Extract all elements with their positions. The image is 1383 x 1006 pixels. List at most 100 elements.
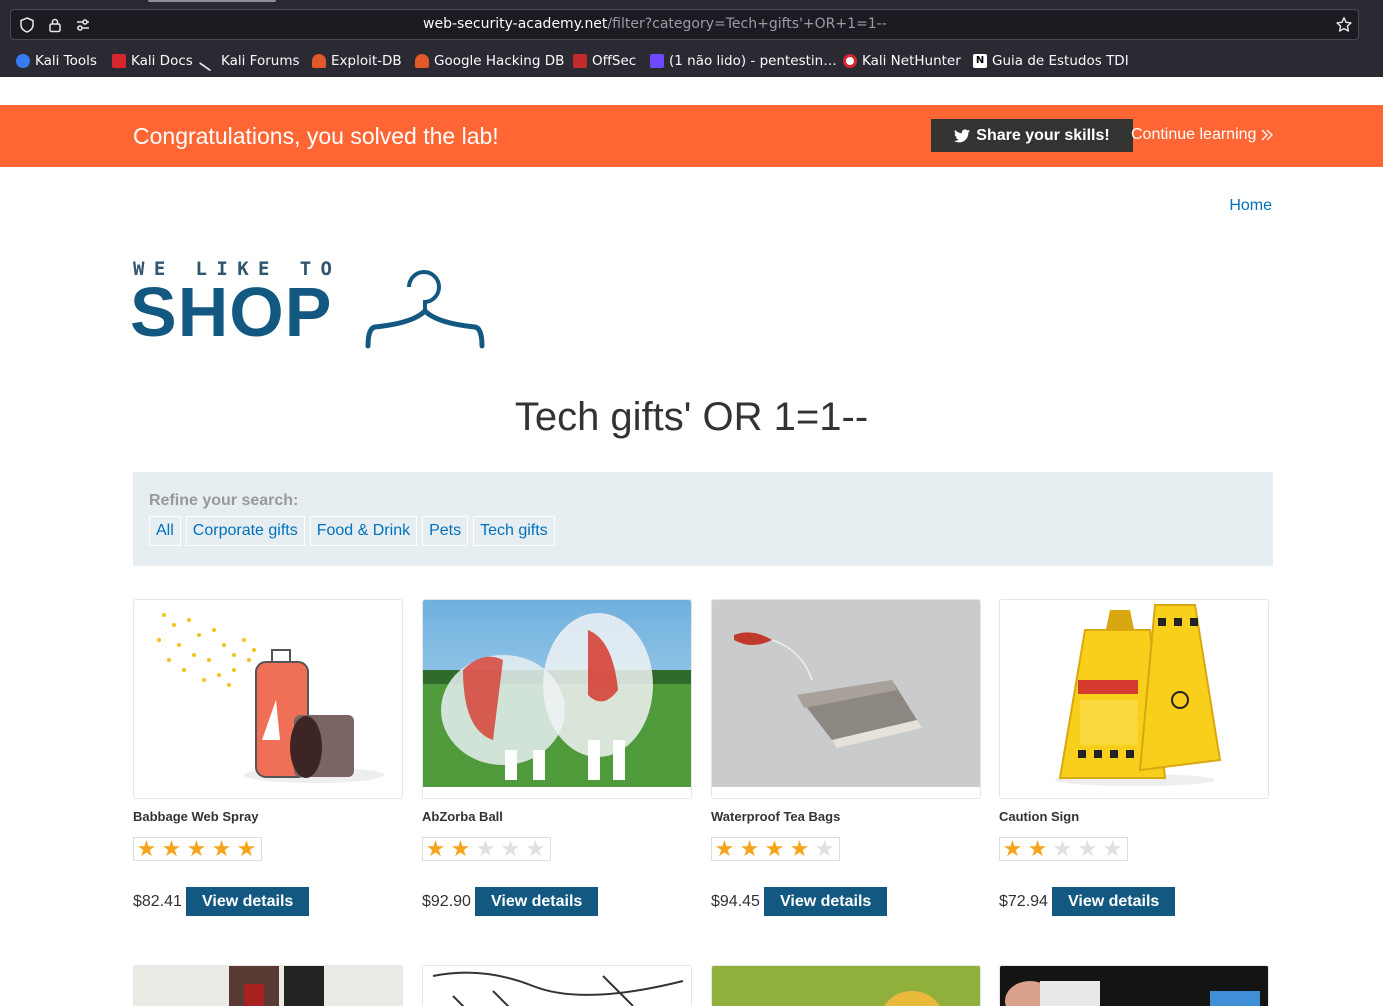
product-price: $82.41 xyxy=(133,893,182,910)
view-details-button[interactable]: View details xyxy=(186,887,310,916)
refine-label: Refine your search: xyxy=(149,492,299,509)
kali-forums-icon xyxy=(198,50,220,72)
product-card: Babbage Web Spray ★ ★ ★ ★ ★ $82.41 View deta… xyxy=(133,599,403,916)
filter-all[interactable]: All xyxy=(149,516,181,546)
bookmark-label: Exploit-DB xyxy=(331,53,402,69)
hanger-icon xyxy=(365,270,485,349)
star-icon: ★ xyxy=(136,836,157,861)
star-icon: ★ xyxy=(1027,836,1048,861)
view-details-button[interactable]: View details xyxy=(475,887,599,916)
url-text[interactable]: web-security-academy.net/filter?category… xyxy=(423,16,887,32)
continue-learning-link[interactable]: Continue learning xyxy=(1131,126,1274,144)
bookmark-exploit-db[interactable]: Exploit-DB xyxy=(312,49,402,73)
product-name: Caution Sign xyxy=(999,809,1080,824)
bookmark-kali-docs[interactable]: Kali Docs xyxy=(112,49,193,73)
product-name: AbZorba Ball xyxy=(422,809,503,824)
double-chevron-right-icon xyxy=(1261,129,1274,141)
star-icon: ★ xyxy=(789,836,810,861)
bookmark-kali-tools[interactable]: Kali Tools xyxy=(16,49,97,73)
star-icon: ★ xyxy=(814,836,835,861)
bookmark-kali-forums[interactable]: Kali Forums xyxy=(198,49,300,73)
product-card: AbZorba Ball ★ ★ ★ ★ ★ $92.90 View details xyxy=(422,599,692,916)
lab-solved-banner: Congratulations, you solved the lab! Sha… xyxy=(0,105,1383,167)
bookmark-label: Google Hacking DB xyxy=(434,53,565,69)
shop-logo[interactable]: WE LIKE TO SHOP xyxy=(130,258,485,351)
star-icon: ★ xyxy=(161,836,182,861)
notion-icon: N xyxy=(973,54,987,68)
star-icon: ★ xyxy=(525,836,546,861)
product-image-row2-3[interactable] xyxy=(711,965,981,1006)
congrats-message: Congratulations, you solved the lab! xyxy=(133,123,499,149)
product-image-caution-sign[interactable] xyxy=(999,599,1269,799)
product-price: $92.90 xyxy=(422,893,471,910)
continue-label: Continue learning xyxy=(1131,126,1257,143)
page-content: Congratulations, you solved the lab! Sha… xyxy=(0,77,1383,1006)
star-icon: ★ xyxy=(1077,836,1098,861)
star-icon: ★ xyxy=(739,836,760,861)
bookmark-label: OffSec xyxy=(592,53,637,69)
url-path: /filter?category=Tech+gifts'+OR+1=1-- xyxy=(607,16,887,32)
star-icon: ★ xyxy=(500,836,521,861)
shield-icon[interactable] xyxy=(18,16,36,34)
product-image-row2-1[interactable] xyxy=(133,965,403,1006)
mail-icon xyxy=(650,54,664,68)
rating-stars: ★ ★ ★ ★ ★ xyxy=(711,837,840,861)
product-image-tea-bags[interactable] xyxy=(711,599,981,799)
product-image-abzorba-ball[interactable] xyxy=(422,599,692,799)
star-icon: ★ xyxy=(425,836,446,861)
bookmark-label: Kali Tools xyxy=(35,53,97,69)
rating-stars: ★ ★ ★ ★ ★ xyxy=(422,837,551,861)
category-title: Tech gifts' OR 1=1-- xyxy=(514,395,869,439)
star-icon: ★ xyxy=(1052,836,1073,861)
rating-stars: ★ ★ ★ ★ ★ xyxy=(133,837,262,861)
browser-chrome: web-security-academy.net/filter?category… xyxy=(0,0,1383,78)
bookmark-google-hacking-db[interactable]: Google Hacking DB xyxy=(415,49,564,73)
exploit-db-icon xyxy=(312,54,326,68)
share-label: Share your skills! xyxy=(976,126,1110,144)
star-icon: ★ xyxy=(714,836,735,861)
bookmark-kali-nethunter[interactable]: Kali NetHunter xyxy=(843,49,961,73)
bookmark-guia-estudos[interactable]: N Guia de Estudos TDI xyxy=(973,49,1129,73)
bookmark-star-icon[interactable] xyxy=(1335,16,1353,34)
filter-food-drink[interactable]: Food & Drink xyxy=(309,516,418,546)
filter-panel: Refine your search: All Corporate gifts … xyxy=(133,472,1273,566)
home-link[interactable]: Home xyxy=(1229,197,1272,215)
product-card: Waterproof Tea Bags ★ ★ ★ ★ ★ $94.45 View de… xyxy=(711,599,981,916)
star-icon: ★ xyxy=(450,836,471,861)
product-image-web-spray[interactable] xyxy=(133,599,403,799)
view-details-button[interactable]: View details xyxy=(764,887,888,916)
offsec-icon xyxy=(573,54,587,68)
category-filters: All Corporate gifts Food & Drink Pets Te… xyxy=(149,516,555,546)
twitter-icon xyxy=(954,128,971,142)
star-icon: ★ xyxy=(236,836,257,861)
bookmark-label: Guia de Estudos TDI xyxy=(992,53,1129,69)
product-image-row2-4[interactable] xyxy=(999,965,1269,1006)
bookmark-offsec[interactable]: OffSec xyxy=(573,49,636,73)
product-price: $72.94 xyxy=(999,893,1048,910)
active-tab-indicator xyxy=(148,0,276,2)
lock-icon[interactable] xyxy=(46,16,64,34)
bookmark-proton-mail[interactable]: (1 não lido) - pentestin… xyxy=(650,49,837,73)
nethunter-icon xyxy=(843,54,857,68)
url-host: web-security-academy.net xyxy=(423,16,608,32)
bookmark-label: Kali Forums xyxy=(221,53,300,69)
filter-tech-gifts[interactable]: Tech gifts xyxy=(473,516,555,546)
ghdb-icon xyxy=(415,54,429,68)
star-icon: ★ xyxy=(1002,836,1023,861)
permissions-icon[interactable] xyxy=(74,16,92,34)
bookmarks-toolbar: › Kali Tools Kali Docs Kali Forums Explo… xyxy=(0,49,1383,73)
share-skills-button[interactable]: Share your skills! xyxy=(931,119,1133,152)
star-icon: ★ xyxy=(764,836,785,861)
kali-tools-icon xyxy=(16,54,30,68)
bookmark-label: Kali Docs xyxy=(131,53,193,69)
address-bar[interactable]: web-security-academy.net/filter?category… xyxy=(10,9,1359,40)
star-icon: ★ xyxy=(1102,836,1123,861)
rating-stars: ★ ★ ★ ★ ★ xyxy=(999,837,1128,861)
view-details-button[interactable]: View details xyxy=(1052,887,1176,916)
filter-pets[interactable]: Pets xyxy=(422,516,469,546)
filter-corporate-gifts[interactable]: Corporate gifts xyxy=(185,516,305,546)
product-card: Caution Sign ★ ★ ★ ★ ★ $72.94 View details xyxy=(999,599,1269,916)
product-name: Waterproof Tea Bags xyxy=(711,809,841,824)
product-image-row2-2[interactable] xyxy=(422,965,692,1006)
logo-wordmark: SHOP xyxy=(130,273,333,351)
